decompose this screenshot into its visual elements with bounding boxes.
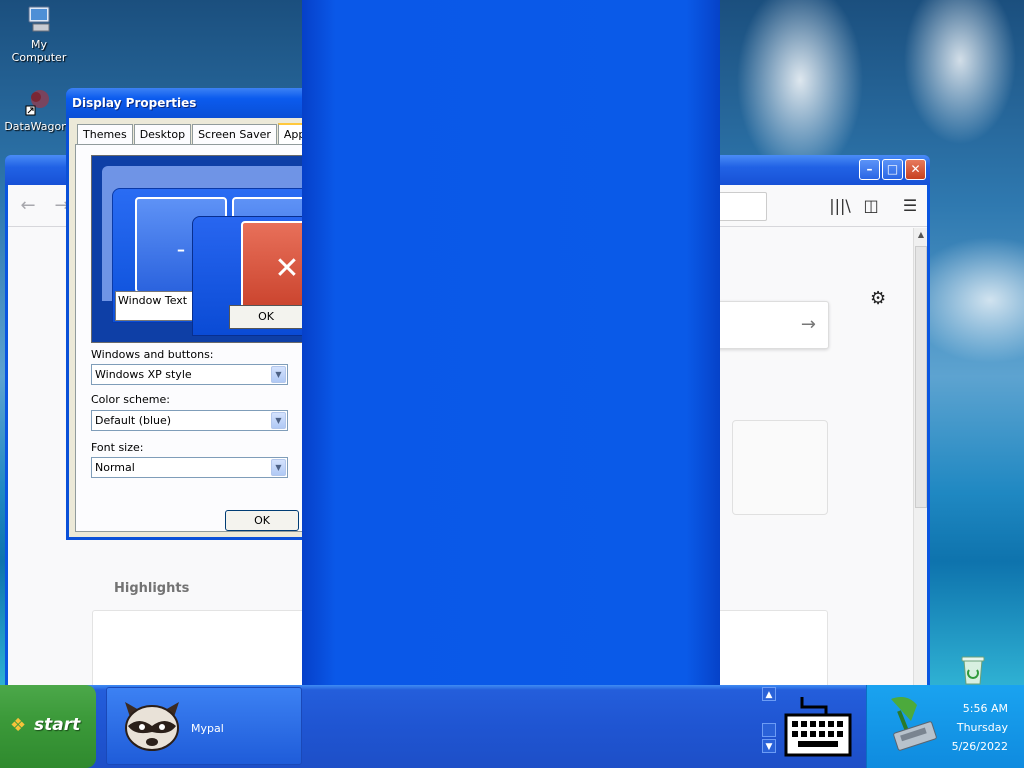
ok-button[interactable]: OK [225,510,299,531]
search-box[interactable]: → [716,301,829,349]
display-properties-dialog: Display Properties Themes Desktop Screen S… [66,88,337,540]
tab-strip: ThemesDesktopScreen SaverAppeara [77,123,337,145]
dialog-title[interactable]: Display Properties [66,88,302,118]
scroll-thumb[interactable] [915,246,927,508]
preview-close-button: ✕ [241,221,310,317]
scrollbar[interactable]: ▲ [913,228,927,685]
taskbar-item-mypal[interactable]: Mypal [106,687,302,765]
clock[interactable]: 5:56 AM Thursday 5/26/2022 [952,699,1008,756]
desktop-icon-label: DataWagon. [4,120,72,133]
windows-logo-icon: ❖ [10,715,27,736]
scroll-up-icon[interactable]: ▲ [762,687,776,701]
highlights-heading: Highlights [114,581,190,596]
clock-date: 5/26/2022 [951,740,1008,753]
system-tray: 5:56 AM Thursday 5/26/2022 [866,685,1024,768]
computer-icon [28,6,50,32]
taskbar: ❖ start Mypal ▲ ▼ 5:56 AM Thursday 5/26/… [0,685,1024,768]
appearance-preview: - Window Text ✕ OK [91,155,311,343]
tab-desktop[interactable]: Desktop [133,124,192,144]
windows-and-buttons-select[interactable]: Windows XP style ▼ [91,364,288,385]
desktop-icon-my-computer[interactable]: My Computer [2,4,76,64]
mypal-raccoon-icon [125,702,179,751]
close-button[interactable]: ✕ [905,159,926,180]
minimize-button[interactable]: – [859,159,880,180]
preview-ok-button: OK [229,305,303,329]
menu-icon[interactable]: ☰ [898,195,922,217]
preview-message-box: ✕ OK [192,216,310,336]
recycle-bin-icon[interactable] [956,652,990,686]
back-button[interactable]: ← [14,193,42,221]
font-size-select[interactable]: Normal ▼ [91,457,288,478]
top-site-tile[interactable] [732,420,828,515]
maximize-button[interactable]: □ [882,159,903,180]
dialog-body: ThemesDesktopScreen SaverAppeara - Windo… [69,118,337,537]
taskbar-scroll-track[interactable] [762,723,776,737]
color-scheme-value: Default (blue) [95,414,172,427]
scroll-up-icon[interactable]: ▲ [914,228,928,242]
desktop-icon-datawagon[interactable]: DataWagon. [1,86,75,133]
appearance-panel: - Window Text ✕ OK Windows and buttons: … [75,144,311,532]
taskbar-item-label: Mypal [191,722,224,735]
start-label: start [34,715,81,735]
windows-and-buttons-value: Windows XP style [95,368,192,381]
font-size-label: Font size: [91,441,144,454]
blue-overlay-panel [302,0,720,768]
tab-screen-saver[interactable]: Screen Saver [192,124,277,144]
chevron-down-icon[interactable]: ▼ [271,459,286,476]
network-icon[interactable] [877,691,939,755]
font-size-value: Normal [95,461,135,474]
scroll-down-icon[interactable]: ▼ [762,739,776,753]
desktop-icon-label: My Computer [11,38,67,64]
start-button[interactable]: ❖ start [0,685,96,768]
keyboard-icon[interactable] [782,693,854,761]
tab-themes[interactable]: Themes [77,124,133,144]
chevron-down-icon[interactable]: ▼ [271,412,286,429]
clock-time: 5:56 AM [962,702,1008,715]
search-go-icon[interactable]: → [801,314,816,335]
taskbar-scroll[interactable]: ▲ ▼ [760,685,778,768]
sidebar-icon[interactable]: ◫ [859,195,883,217]
color-scheme-select[interactable]: Default (blue) ▼ [91,410,288,431]
library-icon[interactable]: |||\ [828,195,852,217]
chevron-down-icon[interactable]: ▼ [271,366,286,383]
color-scheme-label: Color scheme: [91,393,170,406]
gear-icon[interactable]: ⚙ [870,288,886,309]
datawagon-icon [25,90,49,116]
clock-day: Thursday [956,721,1008,734]
windows-and-buttons-label: Windows and buttons: [91,348,214,361]
preview-window-text: Window Text [115,291,193,321]
